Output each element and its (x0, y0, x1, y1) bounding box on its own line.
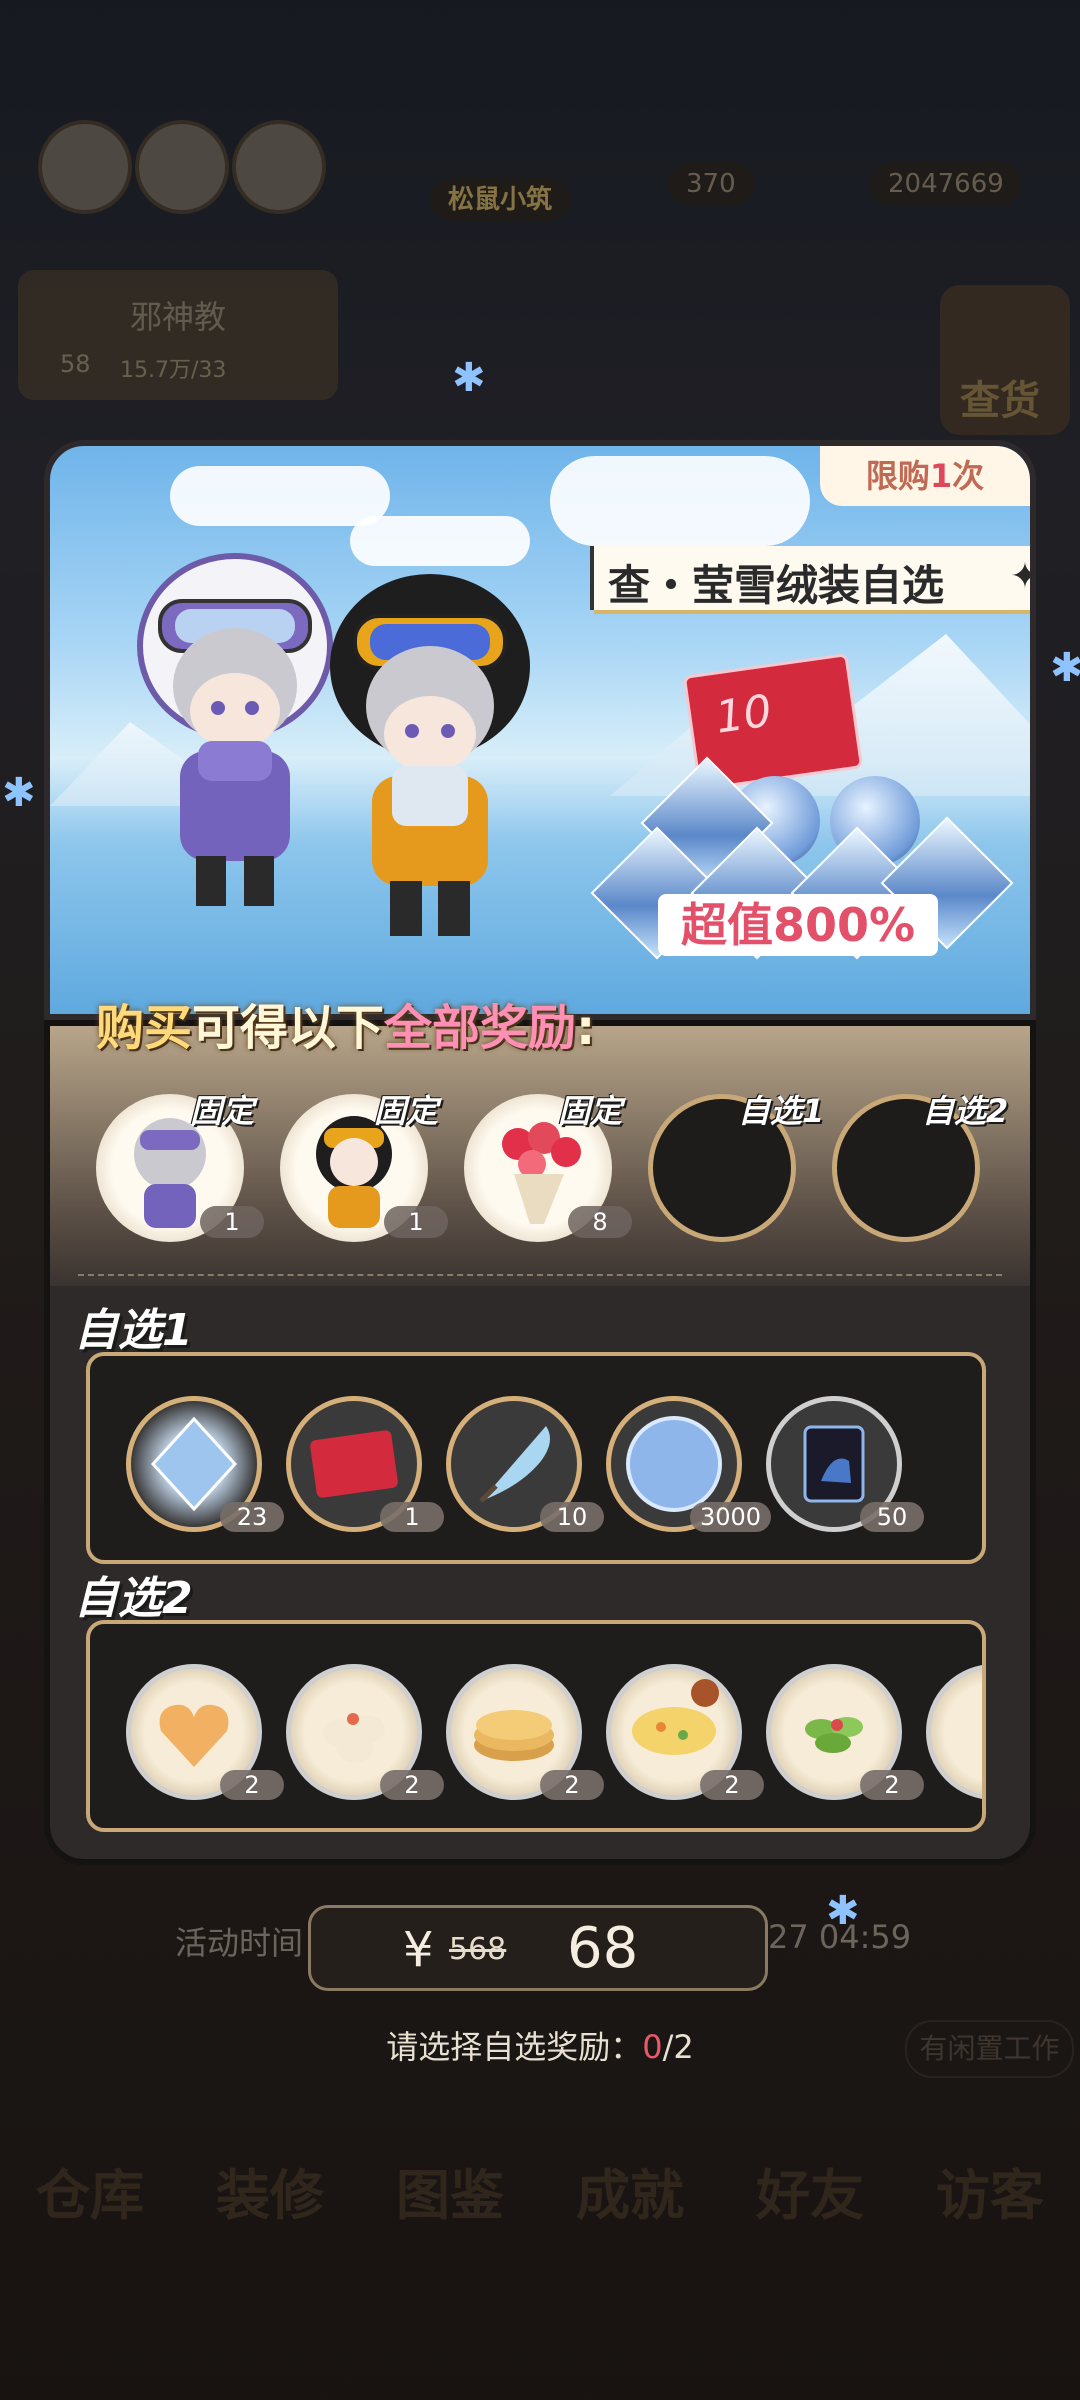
choice1-qty-5: 50 (860, 1502, 924, 1532)
choice1-qty-4: 3000 (690, 1502, 772, 1532)
choice2-list: 2 2 2 2 2 (86, 1620, 986, 1832)
snowflake-icon: ✱ (452, 355, 486, 401)
sparkle-icon: ✦ (1010, 556, 1030, 597)
selection-count: 0 (642, 2028, 663, 2066)
choice1-qty-3: 10 (540, 1502, 604, 1532)
choice1-qty-2: 1 (380, 1502, 444, 1532)
selection-hint: 请选择自选奖励：0/2 (386, 2028, 694, 2066)
choice2-item-6-partial[interactable] (926, 1664, 982, 1800)
choice2-qty-4: 2 (700, 1770, 764, 1800)
choice2-qty-2: 2 (380, 1770, 444, 1800)
fixed-label-2: 固定 (374, 1092, 439, 1130)
purchase-button[interactable]: ¥ 568 68 (308, 1905, 768, 1991)
snowflake-icon-3: ✱ (1050, 645, 1080, 691)
fixed-qty-3: 8 (568, 1206, 632, 1238)
divider (78, 1274, 1002, 1276)
choice2-qty-3: 2 (540, 1770, 604, 1800)
event-time-label: 活动时间 (175, 1924, 304, 1962)
purchase-limit-tag: 限购1次 (820, 446, 1030, 506)
fixed-label-3: 固定 (558, 1092, 623, 1130)
original-price: 568 (449, 1932, 507, 1967)
choice1-title: 自选1 (74, 1305, 193, 1356)
choice-slot-label-1: 自选1 (738, 1092, 825, 1130)
pack-banner: 10 限购1次 查・莹雪绒装自选 ✦ 超值800% (44, 440, 1036, 1020)
event-time-end: 27 04:59 (768, 1918, 912, 1956)
character-black-icon (330, 574, 530, 936)
snowflake-icon-2: ✱ (2, 770, 36, 816)
fixed-qty-2: 1 (384, 1206, 448, 1238)
value-bonus-tag: 超值800% (658, 894, 938, 956)
rewards-panel: 固定 1 固定 1 固定 8 自选1 自选2 自选1 23 1 10 3000 … (44, 1020, 1036, 1865)
fixed-label-1: 固定 (190, 1092, 255, 1130)
choice-slot-label-2: 自选2 (922, 1092, 1009, 1130)
choice2-title: 自选2 (74, 1573, 193, 1624)
fixed-qty-1: 1 (200, 1206, 264, 1238)
currency-symbol: ¥ (403, 1922, 434, 1978)
sale-price: 68 (567, 1916, 639, 1981)
choice2-qty-5: 2 (860, 1770, 924, 1800)
choice1-list: 23 1 10 3000 50 (86, 1352, 986, 1564)
pack-popup: 10 限购1次 查・莹雪绒装自选 ✦ 超值800% 固定 1 (44, 440, 1036, 1865)
rewards-headline: 购买可得以下全部奖励: (96, 1000, 596, 1056)
choice1-qty-1: 23 (220, 1502, 284, 1532)
pack-title: 查・莹雪绒装自选 ✦ (590, 546, 1030, 610)
choice2-qty-1: 2 (220, 1770, 284, 1800)
